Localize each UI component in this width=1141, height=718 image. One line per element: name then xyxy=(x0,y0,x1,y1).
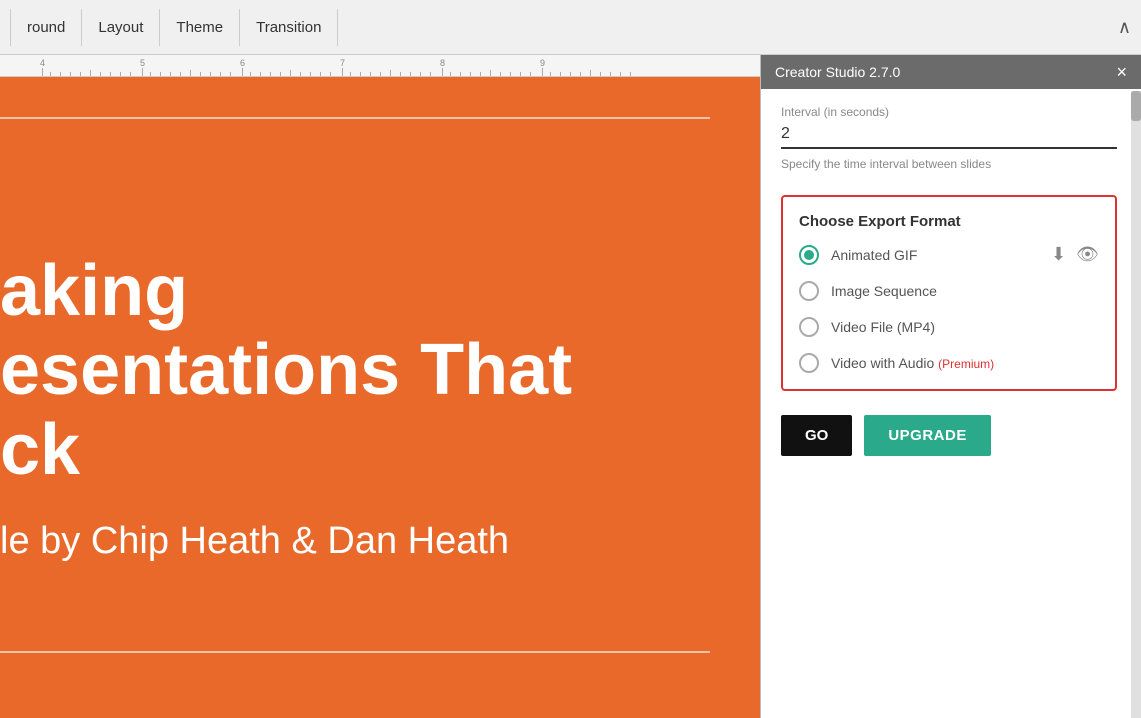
panel-title: Creator Studio 2.7.0 xyxy=(775,64,900,80)
radio-video-mp4[interactable] xyxy=(799,317,819,337)
export-option-video-mp4[interactable]: Video File (MP4) xyxy=(799,317,1099,337)
interval-hint: Specify the time interval between slides xyxy=(781,157,1117,171)
export-format-title: Choose Export Format xyxy=(799,213,1099,230)
label-video-mp4: Video File (MP4) xyxy=(831,319,1099,335)
eye-icon[interactable]: 👁 xyxy=(1076,244,1099,265)
tab-transition[interactable]: Transition xyxy=(240,9,338,46)
label-video-audio: Video with Audio (Premium) xyxy=(831,355,1099,371)
slide-title: aking esentations That ck xyxy=(0,252,760,490)
export-format-box: Choose Export Format Animated GIF ⬇ 👁 Im xyxy=(781,195,1117,391)
slide-line-top xyxy=(0,117,710,119)
radio-animated-gif[interactable] xyxy=(799,245,819,265)
export-option-animated-gif[interactable]: Animated GIF ⬇ 👁 xyxy=(799,244,1099,265)
tab-theme[interactable]: Theme xyxy=(160,9,240,46)
slide-line-bottom xyxy=(0,651,710,653)
export-option-video-audio[interactable]: Video with Audio (Premium) xyxy=(799,353,1099,373)
creator-studio-panel: Creator Studio 2.7.0 × Interval (in seco… xyxy=(760,55,1141,718)
go-button[interactable]: GO xyxy=(781,415,852,456)
slide-preview: aking esentations That ck le by Chip Hea… xyxy=(0,77,760,718)
tab-layout[interactable]: Layout xyxy=(82,9,160,46)
upgrade-button[interactable]: UPGRADE xyxy=(864,415,991,456)
slide-subtitle: le by Chip Heath & Dan Heath xyxy=(0,520,760,563)
interval-label: Interval (in seconds) xyxy=(781,105,1117,119)
panel-scrollbar[interactable] xyxy=(1131,91,1141,718)
radio-video-audio[interactable] xyxy=(799,353,819,373)
panel-close-button[interactable]: × xyxy=(1116,63,1127,81)
animated-gif-icons: ⬇ 👁 xyxy=(1051,244,1099,265)
tab-background[interactable]: round xyxy=(10,9,82,46)
top-nav: round Layout Theme Transition ∧ xyxy=(0,0,1141,55)
radio-image-sequence[interactable] xyxy=(799,281,819,301)
interval-input[interactable] xyxy=(781,125,1117,149)
panel-scrollbar-thumb xyxy=(1131,91,1141,121)
panel-header: Creator Studio 2.7.0 × xyxy=(761,55,1141,89)
label-image-sequence: Image Sequence xyxy=(831,283,1099,299)
export-option-image-sequence[interactable]: Image Sequence xyxy=(799,281,1099,301)
download-icon[interactable]: ⬇ xyxy=(1051,244,1066,265)
radio-animated-gif-inner xyxy=(804,250,814,260)
panel-body: Interval (in seconds) Specify the time i… xyxy=(761,89,1141,718)
premium-badge: (Premium) xyxy=(938,357,994,371)
nav-collapse-icon[interactable]: ∧ xyxy=(1118,17,1131,38)
action-buttons: GO UPGRADE xyxy=(781,415,1117,456)
label-animated-gif: Animated GIF xyxy=(831,247,1039,263)
ruler: 456789 xyxy=(0,55,760,77)
